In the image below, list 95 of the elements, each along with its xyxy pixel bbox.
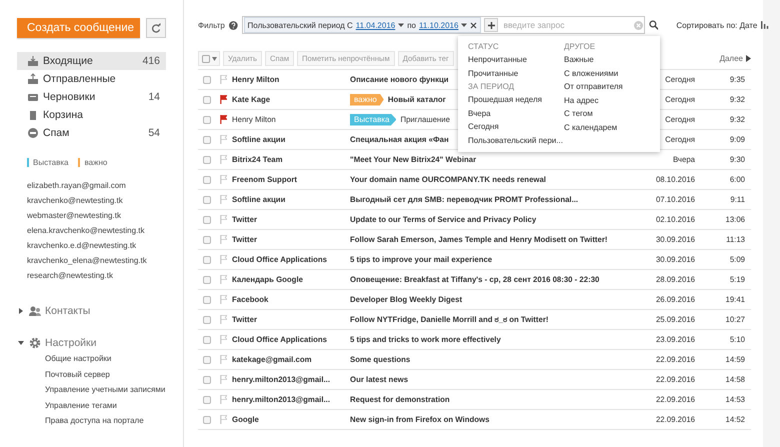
- add-filter-button[interactable]: [484, 18, 498, 32]
- checkbox[interactable]: [203, 336, 211, 344]
- gear-icon: [29, 337, 41, 349]
- flag-icon[interactable]: [220, 95, 227, 104]
- folder-item[interactable]: Спам 54: [17, 124, 166, 142]
- settings-link[interactable]: Общие настройки: [45, 354, 183, 366]
- settings-link[interactable]: Управление тегами: [45, 400, 183, 413]
- folder-item[interactable]: Отправленные: [17, 70, 166, 88]
- period-filter-chip[interactable]: Пользовательский период С 11.04.2016 по 11.10.2016: [244, 17, 482, 33]
- mailbox-link[interactable]: kravchenko@newtesting.tk: [27, 196, 183, 208]
- menu-item[interactable]: Непрочитанные: [468, 53, 564, 66]
- folder-count: 54: [148, 127, 160, 139]
- nav-section-label[interactable]: Настройки: [45, 337, 96, 349]
- tag-label[interactable]: важно: [78, 158, 108, 167]
- checkbox[interactable]: [203, 236, 211, 244]
- date-to-label: по: [407, 20, 416, 30]
- tag-label: Выставка: [350, 114, 396, 126]
- plus-icon: [488, 22, 495, 28]
- menu-item[interactable]: С тегом: [564, 107, 660, 120]
- drafts-icon: [27, 91, 39, 103]
- caret-down-icon: [461, 22, 468, 28]
- checkbox[interactable]: [203, 196, 211, 204]
- sort-label[interactable]: Сортировать по: Дате: [676, 20, 758, 30]
- tag-label[interactable]: Выставка: [27, 158, 68, 167]
- help-icon[interactable]: [228, 20, 238, 30]
- folder-count: 14: [148, 91, 160, 103]
- folder-label: Отправленные: [43, 73, 116, 85]
- menu-heading: ДРУГОЕ: [564, 41, 596, 53]
- checkbox[interactable]: [203, 136, 211, 144]
- checkbox[interactable]: [203, 376, 211, 384]
- caret-down-icon: [212, 56, 216, 60]
- search-field[interactable]: Пользовательский период С 11.04.2016 по 11.10.2016 введите запрос: [242, 16, 645, 34]
- checkbox[interactable]: [203, 296, 211, 304]
- menu-item[interactable]: На адрес: [564, 94, 660, 107]
- folder-item[interactable]: Корзина: [17, 106, 166, 124]
- trash-icon: [27, 109, 39, 121]
- tag-label: важно: [350, 94, 384, 106]
- settings-link[interactable]: Почтовый сервер: [45, 370, 183, 382]
- menu-item[interactable]: Прочитанные: [468, 66, 564, 80]
- date-from-link[interactable]: 11.04.2016: [356, 20, 396, 30]
- mailbox-link[interactable]: elena.kravchenko@newtesting.tk: [27, 226, 183, 238]
- caret-down-icon: [398, 22, 404, 28]
- folder-label: Спам: [43, 127, 70, 139]
- menu-item[interactable]: Прошедшая неделя: [468, 93, 564, 106]
- mailbox-link[interactable]: elizabeth.rayan@gmail.com: [27, 181, 183, 193]
- menu-heading: ЗА ПЕРИОД: [468, 81, 516, 93]
- checkbox[interactable]: [203, 356, 211, 364]
- checkbox[interactable]: [203, 176, 211, 184]
- checkbox[interactable]: [203, 96, 211, 104]
- checkbox[interactable]: [203, 256, 211, 264]
- flag-icon[interactable]: [220, 115, 227, 124]
- folder-label: Черновики: [43, 91, 96, 103]
- menu-item[interactable]: С вложениями: [564, 66, 660, 80]
- settings-link[interactable]: Права доступа на портале: [45, 416, 183, 428]
- folder-item[interactable]: Входящие 416: [17, 52, 166, 70]
- checkbox[interactable]: [203, 116, 211, 124]
- folder-item[interactable]: Черновики 14: [17, 88, 166, 106]
- checkbox[interactable]: [203, 396, 211, 404]
- clear-icon[interactable]: [634, 20, 643, 30]
- spam-icon: [27, 127, 39, 139]
- folder-label: Корзина: [43, 109, 83, 121]
- caret-down-icon[interactable]: [17, 339, 25, 347]
- nav-section-label[interactable]: Контакты: [45, 305, 90, 317]
- mailbox-link[interactable]: webmaster@newtesting.tk: [27, 211, 183, 223]
- contacts-icon: [29, 305, 41, 317]
- caret-right-icon[interactable]: [746, 55, 751, 62]
- date-to-link[interactable]: 11.10.2016: [419, 20, 458, 30]
- outbox-icon: [27, 73, 39, 85]
- sort-icon[interactable]: [761, 21, 770, 29]
- close-icon[interactable]: [470, 22, 478, 28]
- mailbox-link[interactable]: research@newtesting.tk: [27, 271, 183, 283]
- folder-label: Входящие: [43, 55, 93, 67]
- select-all-button[interactable]: [198, 51, 220, 66]
- checkbox[interactable]: [203, 216, 211, 224]
- caret-right-icon[interactable]: [17, 307, 25, 315]
- refresh-icon: [151, 23, 162, 33]
- mailbox-link[interactable]: kravchenko_elena@newtesting.tk: [27, 256, 183, 268]
- menu-item[interactable]: Пользовательский пери...: [468, 134, 564, 147]
- next-label[interactable]: Далее: [720, 54, 743, 63]
- filter-label: Фильтр: [198, 20, 225, 30]
- checkbox[interactable]: [203, 316, 211, 324]
- checkbox[interactable]: [203, 416, 211, 424]
- checkbox[interactable]: [203, 156, 211, 164]
- checkbox[interactable]: [203, 76, 211, 84]
- period-label: Пользовательский период С: [248, 20, 353, 30]
- inbox-icon: [27, 55, 39, 67]
- menu-heading: СТАТУС: [468, 41, 500, 53]
- settings-link[interactable]: Управление учетными записями: [45, 385, 183, 398]
- refresh-button[interactable]: [146, 18, 166, 38]
- search-icon[interactable]: [648, 20, 658, 30]
- folder-count: 416: [142, 55, 160, 67]
- mailbox-link[interactable]: kravchenko.e.d@newtesting.tk: [27, 241, 183, 253]
- menu-item[interactable]: Важные: [564, 53, 660, 66]
- checkbox-icon: [202, 54, 210, 62]
- checkbox[interactable]: [203, 276, 211, 284]
